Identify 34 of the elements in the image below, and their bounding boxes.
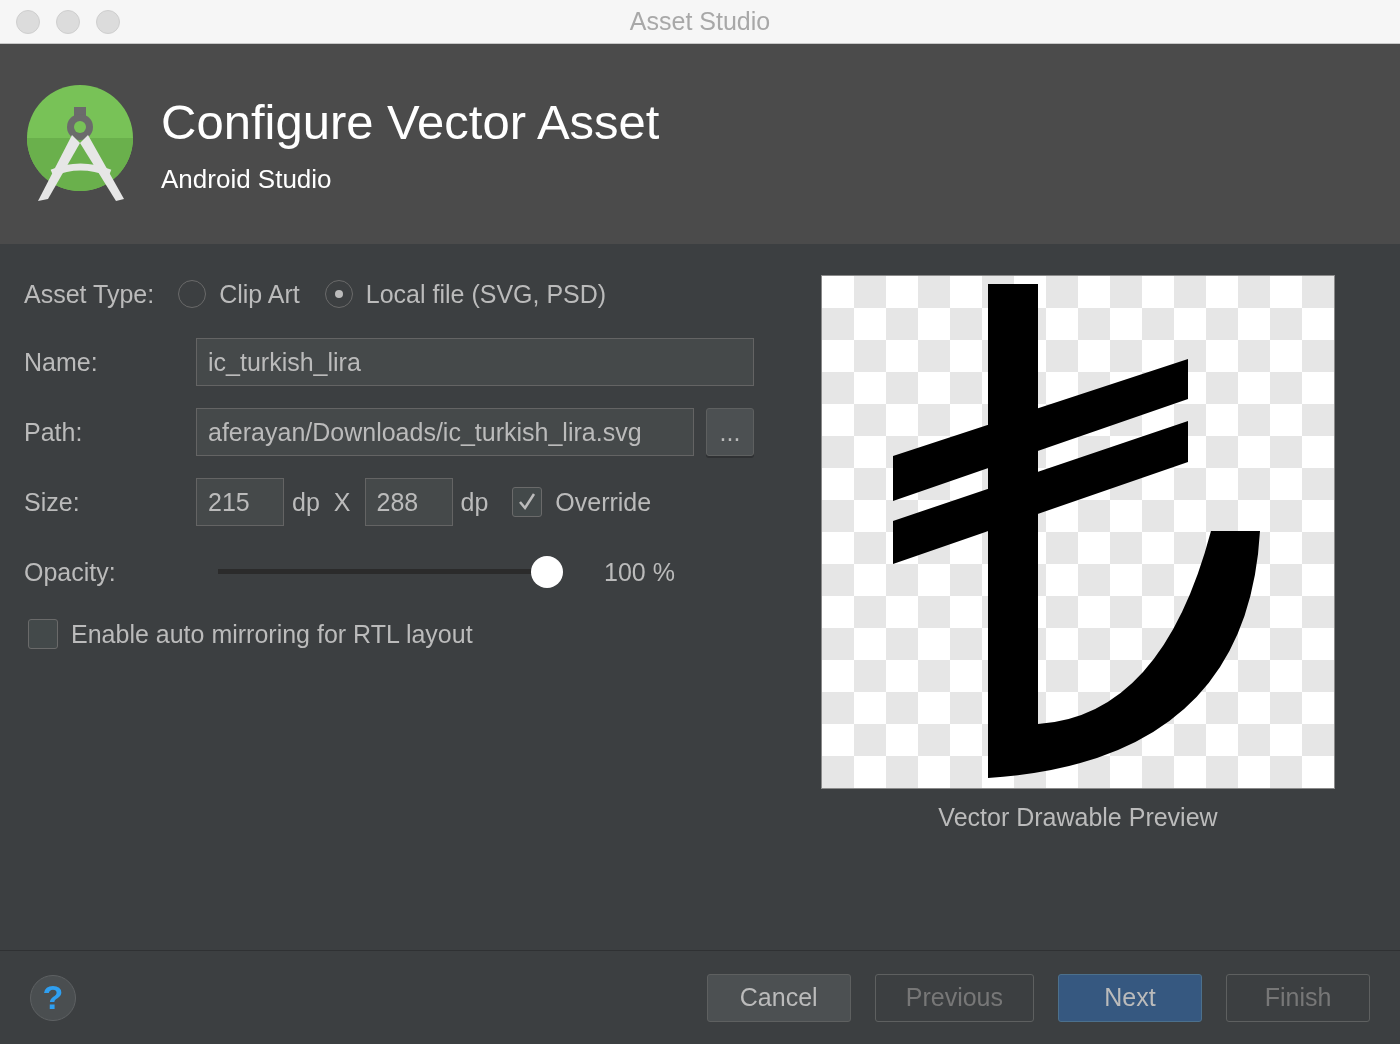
unit-label: dp: [460, 487, 489, 517]
mirroring-label: Enable auto mirroring for RTL layout: [71, 619, 473, 649]
path-field[interactable]: aferayan/Downloads/ic_turkish_lira.svg: [196, 408, 694, 456]
dialog-button[interactable]: Cancel: [706, 973, 851, 1022]
dialog-heading: Configure Vector Asset: [161, 93, 660, 150]
close-window-button[interactable]: [16, 9, 40, 34]
opacity-value: 100 %: [604, 557, 675, 587]
preview-caption: Vector Drawable Preview: [938, 803, 1218, 832]
unit-label: dp: [292, 487, 320, 517]
radio-button[interactable]: [178, 280, 207, 308]
radio-label: Local file (SVG, PSD): [365, 279, 607, 309]
help-button[interactable]: ?: [30, 974, 76, 1021]
mirroring-checkbox[interactable]: [28, 619, 58, 649]
height-field[interactable]: 288: [364, 478, 453, 526]
width-field[interactable]: 215: [196, 478, 284, 526]
path-label: Path:: [24, 417, 84, 447]
primary-button[interactable]: Next: [1058, 973, 1202, 1022]
slider-thumb[interactable]: [531, 556, 563, 588]
browse-button[interactable]: ...: [706, 408, 754, 456]
dialog-subtitle: Android Studio: [161, 163, 333, 195]
radio-label: Clip Art: [219, 279, 300, 309]
opacity-label: Opacity:: [24, 557, 117, 587]
radio-button[interactable]: [324, 280, 353, 308]
zoom-window-button[interactable]: [96, 9, 120, 34]
size-label: Size:: [24, 487, 81, 517]
checkmark-icon: [517, 492, 538, 512]
minimize-window-button[interactable]: [56, 9, 80, 34]
override-label: Override: [555, 487, 652, 517]
override-checkbox[interactable]: [512, 487, 543, 517]
name-label: Name:: [24, 347, 99, 377]
name-field[interactable]: ic_turkish_lira: [196, 338, 754, 386]
times-label: X: [333, 487, 351, 517]
window-title: Asset Studio: [629, 7, 771, 35]
asset-type-label: Asset Type:: [24, 279, 155, 309]
